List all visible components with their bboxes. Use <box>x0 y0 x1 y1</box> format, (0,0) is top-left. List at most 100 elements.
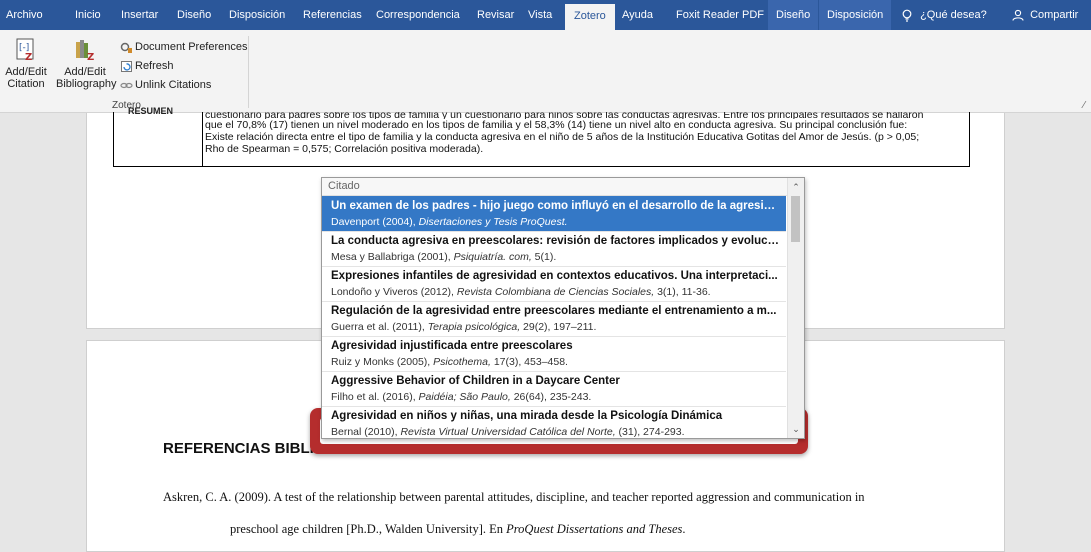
lightbulb-icon <box>902 9 912 22</box>
citation-volume-pages: 26(64), 235-243. <box>510 391 592 403</box>
add-edit-citation-label1: Add/Edit <box>5 66 47 78</box>
citation-author-year: Bernal (2010), <box>331 426 401 438</box>
citation-title: Expresiones infantiles de agresividad en… <box>331 270 778 282</box>
add-edit-citation-button[interactable]: [-] Z Add/Edit Citation <box>2 38 50 90</box>
tab-archivo[interactable]: Archivo <box>6 0 43 30</box>
tab-diseno[interactable]: Diseño <box>177 0 211 30</box>
citation-journal: Revista Colombiana de Ciencias Sociales, <box>456 286 655 298</box>
preferences-icon <box>120 42 132 53</box>
document-preferences-button[interactable]: Document Preferences <box>120 38 248 56</box>
citation-journal: Psiquiatría. com, <box>453 251 532 263</box>
ribbon-tab-bar: Archivo Inicio Insertar Diseño Disposici… <box>0 0 1091 30</box>
reference-line-2: preschool age children [Ph.D., Walden Un… <box>230 522 686 537</box>
citation-source: Mesa y Ballabriga (2001), Psiquiatría. c… <box>331 251 781 263</box>
citation-author-year: Filho et al. (2016), <box>331 391 419 403</box>
tab-inicio[interactable]: Inicio <box>75 0 101 30</box>
reference-source: ProQuest Dissertations and Theses <box>506 522 683 536</box>
tab-table-diseno[interactable]: Diseño <box>768 0 819 30</box>
citation-suggestion-item[interactable]: Aggressive Behavior of Children in a Day… <box>322 371 786 407</box>
reference-end: . <box>682 522 686 536</box>
citation-journal: Psicothema, <box>433 356 491 368</box>
citation-volume-pages: 3(1), 11-36. <box>654 286 711 298</box>
citation-suggestion-item[interactable]: Un examen de los padres - hijo juego com… <box>322 196 786 232</box>
add-edit-bibliography-label1: Add/Edit <box>64 66 106 78</box>
citation-source: Guerra et al. (2011), Terapia psicológic… <box>331 321 781 333</box>
collapse-ribbon-icon[interactable]: ⁄ <box>1083 100 1085 111</box>
citation-author-year: Mesa y Ballabriga (2001), <box>331 251 454 263</box>
summary-label: RESUMEN <box>128 106 174 116</box>
refresh-button[interactable]: Refresh <box>120 57 174 75</box>
add-edit-bibliography-button[interactable]: Z Add/Edit Bibliography <box>56 38 117 90</box>
citation-title: La conducta agresiva en preescolares: re… <box>331 235 781 247</box>
svg-text:Z: Z <box>87 52 94 62</box>
list-scrollbar[interactable]: ⌃ ⌄ <box>787 178 804 438</box>
citation-title: Aggressive Behavior of Children in a Day… <box>331 375 620 387</box>
tab-referencias[interactable]: Referencias <box>303 0 362 30</box>
scroll-down-icon[interactable]: ⌄ <box>788 422 804 436</box>
unlink-citations-button[interactable]: Unlink Citations <box>120 76 211 94</box>
citation-source: Ruiz y Monks (2005), Psicothema, 17(3), … <box>331 356 781 368</box>
tab-ayuda[interactable]: Ayuda <box>622 0 653 30</box>
list-section-header: Citado <box>322 178 792 196</box>
citation-volume-pages: 17(3), 453–458. <box>490 356 568 368</box>
citation-suggestion-item[interactable]: La conducta agresiva en preescolares: re… <box>322 231 786 267</box>
citation-suggestion-item[interactable]: Agresividad injustificada entre preescol… <box>322 336 786 372</box>
citation-journal: Revista Virtual Universidad Católica del… <box>400 426 616 438</box>
citation-source: Londoño y Viveros (2012), Revista Colomb… <box>331 286 781 298</box>
share-label: Compartir <box>1030 9 1079 21</box>
citation-title: Un examen de los padres - hijo juego com… <box>331 200 781 212</box>
share-button[interactable]: Compartir <box>1012 0 1078 30</box>
citation-author-year: Davenport (2004), <box>331 216 419 228</box>
citation-author-year: Londoño y Viveros (2012), <box>331 286 457 298</box>
abstract-line: que el 70,8% (17) tienen un nivel modera… <box>205 119 908 131</box>
svg-text:Z: Z <box>25 52 32 62</box>
tab-table-disposicion[interactable]: Disposición <box>819 0 892 30</box>
citation-volume-pages: 29(2), 197–211. <box>520 321 597 333</box>
tab-disposicion[interactable]: Disposición <box>229 0 285 30</box>
citation-suggestion-item[interactable]: Expresiones infantiles de agresividad en… <box>322 266 786 302</box>
citation-title: Agresividad injustificada entre preescol… <box>331 340 573 352</box>
references-heading: REFERENCIAS BIBLIO <box>163 440 326 457</box>
tab-foxit-reader-pdf[interactable]: Foxit Reader PDF <box>676 0 764 30</box>
document-preferences-label: Document Preferences <box>135 41 248 53</box>
scroll-up-icon[interactable]: ⌃ <box>788 180 804 194</box>
tell-me-search[interactable]: ¿Qué desea? <box>902 0 987 30</box>
citation-journal: Terapia psicológica, <box>427 321 521 333</box>
refresh-label: Refresh <box>135 60 174 72</box>
citation-volume-pages: (31), 274-293. <box>615 426 685 438</box>
citation-suggestion-item[interactable]: Regulación de la agresividad entre prees… <box>322 301 786 337</box>
reference-text: preschool age children [Ph.D., Walden Un… <box>230 522 507 536</box>
add-bibliography-icon: Z <box>76 40 94 62</box>
tab-correspondencia[interactable]: Correspondencia <box>376 0 460 30</box>
citation-suggestion-item[interactable]: Agresividad en niños y niñas, una mirada… <box>322 406 786 438</box>
refresh-icon <box>121 60 132 72</box>
unlink-citations-label: Unlink Citations <box>135 79 212 91</box>
citation-source: Davenport (2004), Disertaciones y Tesis … <box>331 216 781 228</box>
add-edit-bibliography-label2: Bibliography <box>56 78 117 90</box>
ribbon-panel: [-] Z Add/Edit Citation Z Add/Edit Biblio… <box>0 30 1091 113</box>
tell-me-label: ¿Qué desea? <box>920 9 987 21</box>
summary-label-cell: RESUMEN <box>114 106 203 166</box>
citation-journal: Paidéia; São Paulo, <box>418 391 511 403</box>
citation-source: Bernal (2010), Revista Virtual Universid… <box>331 426 781 438</box>
abstract-line: Existe relación directa entre el tipo de… <box>205 131 920 143</box>
tab-revisar[interactable]: Revisar <box>477 0 514 30</box>
person-icon <box>1012 9 1024 21</box>
scroll-thumb[interactable] <box>791 196 800 242</box>
citation-source: Filho et al. (2016), Paidéia; São Paulo,… <box>331 391 781 403</box>
citation-author-year: Ruiz y Monks (2005), <box>331 356 434 368</box>
unlink-icon <box>120 82 133 88</box>
add-edit-citation-label2: Citation <box>7 78 45 90</box>
abstract-text: cuestionario para padres sobre los tipos… <box>205 108 960 155</box>
tab-insertar[interactable]: Insertar <box>121 0 158 30</box>
citation-volume-pages: 5(1). <box>531 251 557 263</box>
tab-vista[interactable]: Vista <box>528 0 552 30</box>
tab-zotero[interactable]: Zotero <box>565 4 615 30</box>
citation-title: Agresividad en niños y niñas, una mirada… <box>331 410 723 422</box>
abstract-line: cuestionario para padres sobre los tipos… <box>205 112 924 119</box>
citation-journal: Disertaciones y Tesis ProQuest. <box>418 216 568 228</box>
group-separator <box>248 36 249 108</box>
add-citation-icon: [-]Z <box>16 38 34 62</box>
abstract-line: Rho de Spearman = 0,575; Correlación pos… <box>205 143 484 155</box>
citation-title: Regulación de la agresividad entre prees… <box>331 305 777 317</box>
